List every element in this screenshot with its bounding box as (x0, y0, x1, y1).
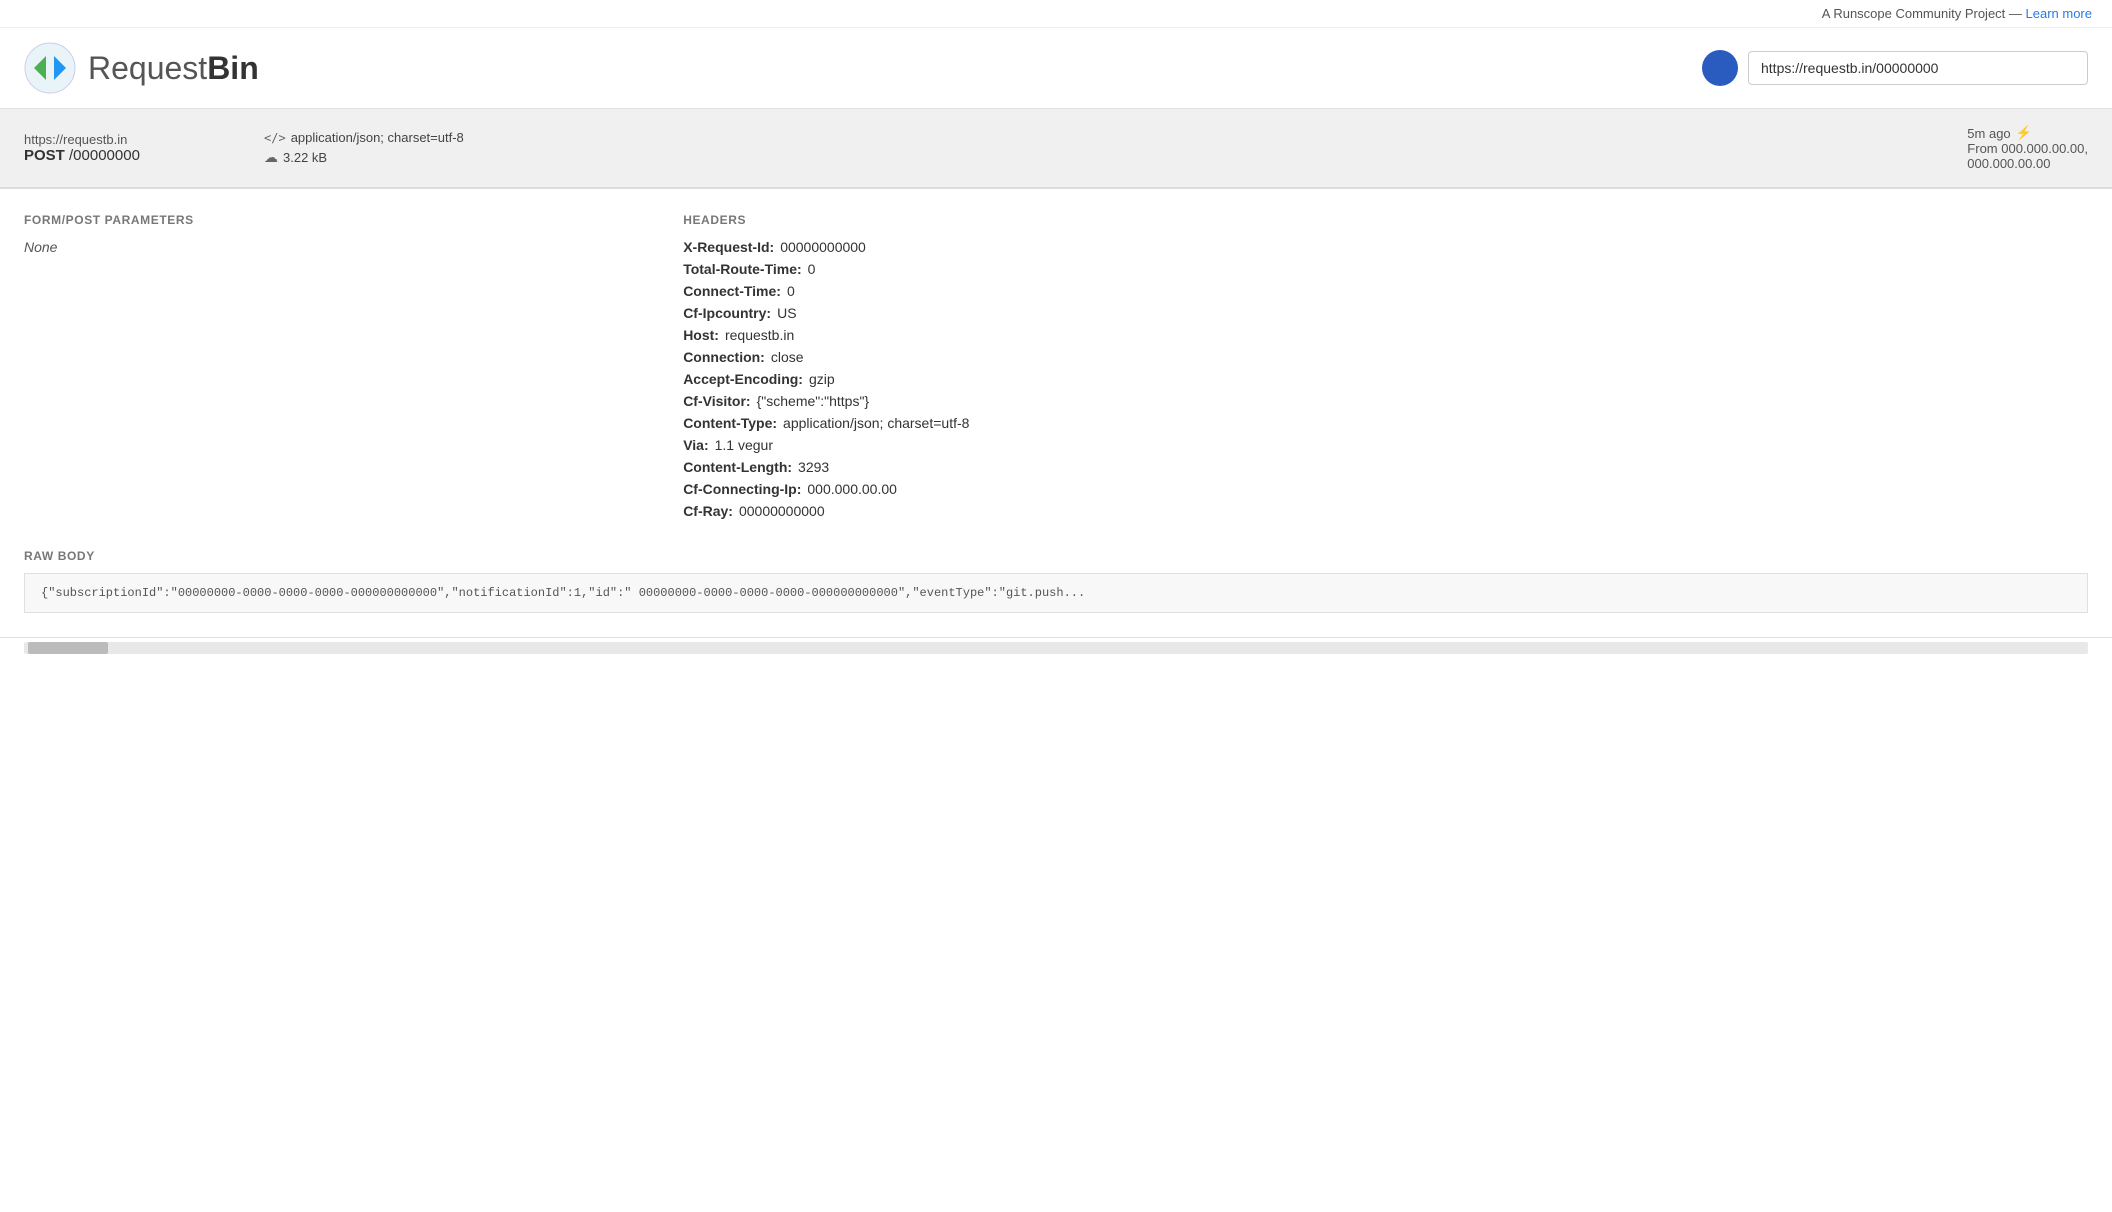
header-key: Host: (683, 327, 719, 343)
request-from-ip2: 000.000.00.00 (1967, 156, 2088, 171)
learn-more-link[interactable]: Learn more (2026, 6, 2092, 21)
bin-status-indicator (1702, 50, 1738, 86)
request-path: /00000000 (69, 147, 140, 164)
header-row: Cf-Visitor: {"scheme":"https"} (683, 393, 2088, 409)
header-value: gzip (809, 371, 835, 387)
header-value: 1.1 vegur (715, 437, 773, 453)
request-endpoint-col: https://requestb.in POST /00000000 (24, 125, 224, 171)
request-url-base: https://requestb.in (24, 132, 224, 147)
header-row: Cf-Ray: 00000000000 (683, 503, 2088, 519)
request-content-type: </> application/json; charset=utf-8 (264, 130, 464, 145)
header-key: Cf-Ipcountry: (683, 305, 771, 321)
header-row: Connection: close (683, 349, 2088, 365)
raw-body-content: {"subscriptionId":"00000000-0000-0000-00… (24, 573, 2088, 613)
request-from: From 000.000.00.00, (1967, 141, 2088, 156)
link-icon: ⚡ (2016, 125, 2032, 141)
header-value: 000.000.00.00 (807, 481, 897, 497)
header-key: Total-Route-Time: (683, 261, 801, 277)
headers-title: HEADERS (683, 213, 2088, 227)
code-icon: </> (264, 131, 286, 145)
content-area: FORM/POST PARAMETERS None HEADERS X-Requ… (0, 189, 2112, 549)
header-row: Cf-Connecting-Ip: 000.000.00.00 (683, 481, 2088, 497)
header-key: Connection: (683, 349, 765, 365)
request-method-path: POST /00000000 (24, 147, 224, 164)
raw-body-section: RAW BODY {"subscriptionId":"00000000-000… (0, 549, 2112, 637)
header-key: Content-Length: (683, 459, 792, 475)
header-key: Cf-Visitor: (683, 393, 750, 409)
header-value: 00000000000 (739, 503, 825, 519)
app-logo-text: RequestBin (88, 50, 259, 87)
header-row: Cf-Ipcountry: US (683, 305, 2088, 321)
cloud-icon: ☁ (264, 149, 278, 166)
scroll-track[interactable] (24, 642, 2088, 654)
header-key: X-Request-Id: (683, 239, 774, 255)
header-value: close (771, 349, 804, 365)
request-time-col: 5m ago ⚡ From 000.000.00.00, 000.000.00.… (1967, 125, 2088, 171)
header-value: application/json; charset=utf-8 (783, 415, 969, 431)
horizontal-scrollbar[interactable] (0, 637, 2112, 658)
header-row: Host: requestb.in (683, 327, 2088, 343)
header-value: {"scheme":"https"} (757, 393, 870, 409)
header-value: US (777, 305, 796, 321)
request-summary-row: https://requestb.in POST /00000000 </> a… (0, 109, 2112, 189)
requestbin-logo-icon (24, 42, 76, 94)
form-post-params-title: FORM/POST PARAMETERS (24, 213, 643, 227)
request-size: ☁ 3.22 kB (264, 149, 464, 166)
header-row: Content-Length: 3293 (683, 459, 2088, 475)
header-row: X-Request-Id: 00000000000 (683, 239, 2088, 255)
headers-table: X-Request-Id: 00000000000 Total-Route-Time… (683, 239, 2088, 519)
top-banner: A Runscope Community Project — Learn mor… (0, 0, 2112, 28)
form-post-params-value: None (24, 239, 643, 255)
header-value: 00000000000 (780, 239, 866, 255)
raw-body-title: RAW BODY (24, 549, 2088, 563)
header-value: 0 (808, 261, 816, 277)
header-row: Via: 1.1 vegur (683, 437, 2088, 453)
header-value: 3293 (798, 459, 829, 475)
form-post-params-panel: FORM/POST PARAMETERS None (24, 213, 643, 525)
header-row: Content-Type: application/json; charset=u… (683, 415, 2088, 431)
header-key: Via: (683, 437, 708, 453)
header-key: Accept-Encoding: (683, 371, 803, 387)
header-right (1702, 50, 2088, 86)
header-row: Accept-Encoding: gzip (683, 371, 2088, 387)
header-key: Connect-Time: (683, 283, 781, 299)
bin-url-input[interactable] (1748, 51, 2088, 85)
header-value: requestb.in (725, 327, 794, 343)
header-value: 0 (787, 283, 795, 299)
headers-panel: HEADERS X-Request-Id: 00000000000 Total-Ro… (683, 213, 2088, 525)
scroll-thumb[interactable] (28, 642, 108, 654)
banner-text: A Runscope Community Project — (1822, 6, 2026, 21)
request-content-col: </> application/json; charset=utf-8 ☁ 3.… (264, 125, 464, 171)
header-key: Cf-Connecting-Ip: (683, 481, 801, 497)
header-row: Connect-Time: 0 (683, 283, 2088, 299)
header-row: Total-Route-Time: 0 (683, 261, 2088, 277)
header-key: Content-Type: (683, 415, 777, 431)
request-method: POST (24, 147, 65, 164)
header-key: Cf-Ray: (683, 503, 733, 519)
app-header: RequestBin (0, 28, 2112, 109)
logo-area: RequestBin (24, 42, 259, 94)
request-time-ago: 5m ago ⚡ (1967, 125, 2088, 141)
